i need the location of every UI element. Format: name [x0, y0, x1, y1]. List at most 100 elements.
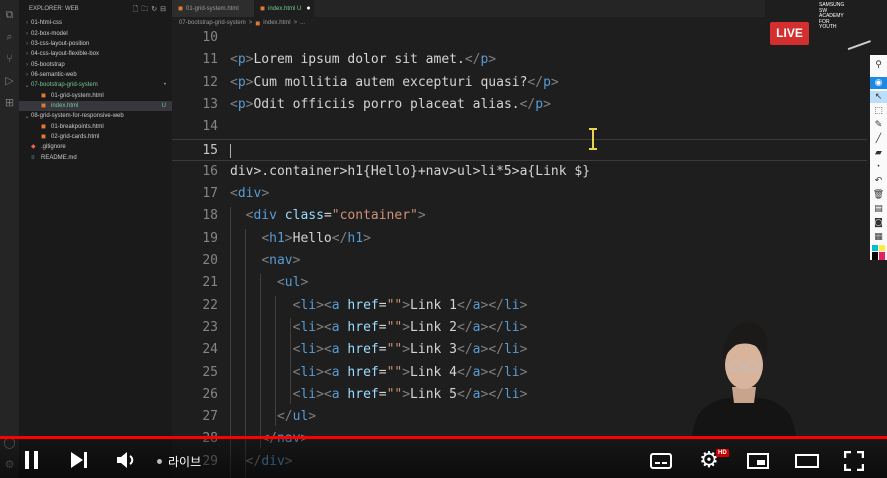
code-token: >	[550, 74, 559, 90]
extensions-icon[interactable]: ⊞	[2, 96, 17, 109]
file-tree: › 01-html-css › 02-box-model › 03-css-layout-…	[19, 18, 172, 163]
samsung-academy-logo: SAMSUNG SW ACADEMY FOR YOUTH	[815, 2, 873, 54]
color-swatch-black[interactable]	[872, 252, 878, 260]
highlighter-icon[interactable]: ▰	[870, 147, 887, 159]
tree-folder[interactable]: › 04-css-layout-flexible-box	[19, 49, 172, 59]
run-debug-icon[interactable]: ▷	[2, 74, 17, 87]
chevron-right-icon: ›	[26, 71, 28, 78]
code-token: >	[402, 297, 411, 313]
tree-file[interactable]: ◼ index.html U	[19, 100, 172, 112]
tree-folder[interactable]: › 06-semantic-web	[19, 70, 172, 80]
annotation-toolbar: ⚲ ◉ ↖ ⬚ ✎ ╱ ▰ • ↶ 🗑 ▤ ◙ ▦	[870, 55, 887, 260]
tree-file[interactable]: ◼ 01-breakpoints.html	[19, 121, 172, 131]
fullscreen-button[interactable]	[843, 451, 865, 471]
pen-icon[interactable]: ✎	[870, 119, 887, 131]
code-content: <li><a href="">Link 3</a></li>	[230, 339, 528, 361]
tree-folder[interactable]: › 03-css-layout-position	[19, 39, 172, 49]
tree-file[interactable]: ◼ 01-grid-system.html	[19, 90, 172, 100]
code-token: ul	[284, 275, 301, 291]
search-icon[interactable]: ⌕	[2, 30, 17, 43]
breadcrumb-file[interactable]: index.html	[263, 20, 290, 26]
collapse-all-icon[interactable]: ⊟	[160, 5, 166, 16]
color-swatch-magenta[interactable]	[879, 252, 885, 260]
pin-icon[interactable]: ⚲	[870, 59, 887, 71]
code-line[interactable]: 14	[172, 116, 867, 138]
new-file-icon[interactable]: 🗋	[133, 5, 139, 16]
camera-icon[interactable]: ◙	[870, 217, 887, 229]
live-indicator[interactable]: 라이브	[157, 453, 201, 470]
tab-label: index.html U	[267, 5, 302, 12]
explorer-icon[interactable]: ⧉	[2, 8, 17, 21]
code-line[interactable]: 16 div>.container>h1{Hello}+nav>ul>li*5>a…	[172, 161, 867, 183]
code-token: ></	[480, 342, 504, 358]
code-line[interactable]: 20 <nav>	[172, 250, 867, 272]
breadcrumb-folder[interactable]: 07-bootstrap-grid-system	[179, 20, 246, 26]
undo-icon[interactable]: ↶	[870, 175, 887, 187]
code-token: =	[378, 386, 387, 402]
line-number: 21	[202, 275, 218, 291]
tab-01-grid-system[interactable]: ◼ 01-grid-system.html	[172, 0, 254, 17]
code-line[interactable]: 17 <div>	[172, 183, 867, 205]
breadcrumb-symbol[interactable]: ...	[300, 20, 305, 26]
code-token: href	[347, 297, 379, 313]
tree-item-label: 06-semantic-web	[31, 71, 77, 78]
color-swatch-cyan[interactable]	[872, 245, 878, 251]
code-token: p	[237, 52, 246, 68]
tree-folder[interactable]: › 01-html-css	[19, 18, 172, 28]
miniplayer-button[interactable]	[746, 452, 770, 470]
tree-file[interactable]: ◼ 02-grid-cards.html	[19, 132, 172, 142]
code-token: >	[519, 342, 528, 358]
code-line[interactable]: 21 <ul>	[172, 272, 867, 294]
tree-file[interactable]: ≡ README.md	[19, 152, 172, 162]
source-control-icon[interactable]: ⑂	[2, 52, 17, 65]
board-icon[interactable]: ▤	[870, 203, 887, 215]
tree-folder[interactable]: ⌄ 07-bootstrap-grid-system •	[19, 80, 172, 90]
pause-button[interactable]	[22, 451, 42, 469]
tree-item-label: .gitignore	[41, 144, 66, 151]
code-line[interactable]: 15	[172, 138, 867, 161]
eye-icon[interactable]: ◉	[870, 77, 887, 89]
pointer-icon[interactable]: ↖	[870, 91, 887, 103]
code-line[interactable]: 19 <h1>Hello</h1>	[172, 228, 867, 250]
refresh-icon[interactable]: ↻	[151, 5, 157, 16]
select-icon[interactable]: ⬚	[870, 105, 887, 117]
git-file-icon: ◆	[31, 144, 36, 151]
tree-file[interactable]: ◆ .gitignore	[19, 142, 172, 152]
code-token: =	[378, 364, 387, 380]
code-token: >	[417, 208, 426, 224]
tab-index-html[interactable]: ◼ index.html U ●	[254, 0, 314, 17]
code-token: Lorem ipsum dolor sit amet.	[253, 52, 465, 68]
tree-folder[interactable]: › 02-box-model	[19, 28, 172, 38]
line-icon[interactable]: ╱	[870, 133, 887, 145]
color-swatch-yellow[interactable]	[879, 245, 885, 251]
next-button[interactable]	[68, 451, 90, 469]
new-folder-icon[interactable]: 🗀	[141, 5, 148, 16]
code-line[interactable]: 18 <div class="container">	[172, 205, 867, 227]
dot-icon[interactable]: •	[870, 161, 887, 173]
code-token: href	[347, 386, 379, 402]
code-content: div>.container>h1{Hello}+nav>ul>li*5>a{L…	[230, 161, 590, 183]
trash-icon[interactable]: 🗑	[870, 189, 887, 201]
code-token: <	[261, 230, 270, 246]
code-line[interactable]: 10	[172, 27, 867, 49]
code-line[interactable]: 13 <p>Odit officiis porro placeat alias.<…	[172, 94, 867, 116]
volume-button[interactable]	[114, 450, 138, 470]
code-token: >	[300, 275, 309, 291]
code-token: >	[261, 186, 270, 202]
code-token: a	[472, 319, 481, 335]
code-line[interactable]: 12 <p>Cum mollitia autem excepturi quasi?…	[172, 72, 867, 94]
clipboard-icon[interactable]: ▦	[870, 231, 887, 243]
unsaved-dot-icon[interactable]: ●	[306, 5, 310, 12]
tree-item-label: 07-bootstrap-grid-system	[31, 82, 98, 89]
tree-folder[interactable]: › 05-bootstrap	[19, 59, 172, 69]
tree-folder[interactable]: ⌄ 08-grid-system-for-responsive-web	[19, 111, 172, 121]
subtitles-button[interactable]	[649, 452, 673, 470]
theater-mode-button[interactable]	[794, 453, 820, 469]
git-status-badge: U	[161, 102, 166, 109]
code-line[interactable]: 11 <p>Lorem ipsum dolor sit amet.</p>	[172, 49, 867, 71]
breadcrumb-separator: >	[293, 20, 298, 26]
git-status-badge: •	[163, 82, 166, 89]
